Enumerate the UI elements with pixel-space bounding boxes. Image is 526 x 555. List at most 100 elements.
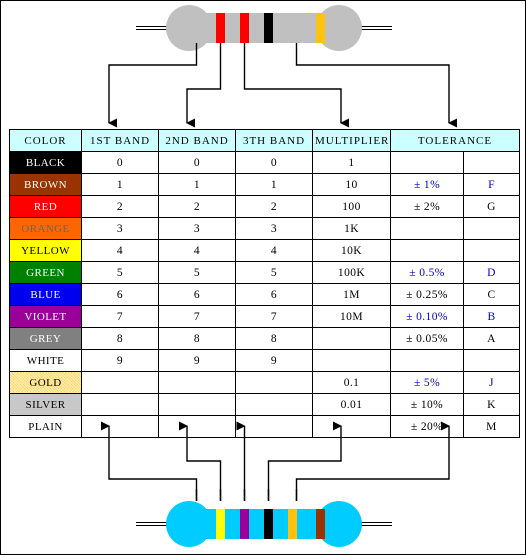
table-row: RED 2 2 2 100 ± 2% G	[9, 195, 520, 218]
color-swatch-green: GREEN	[9, 261, 82, 284]
table-row: BLACK 0 0 0 1	[9, 151, 520, 174]
top-resistor-lead-right	[358, 26, 392, 30]
band-1-digit	[81, 371, 159, 394]
color-swatch-brown: BROWN	[9, 173, 82, 196]
band-1-digit: 6	[81, 283, 159, 306]
table-row: SILVER 0.01 ± 10% K	[9, 393, 520, 416]
table-row: YELLOW 4 4 4 10K	[9, 239, 520, 262]
header-color: COLOR	[9, 129, 82, 152]
band-3-digit: 7	[235, 305, 313, 328]
tolerance-letter	[463, 239, 520, 262]
tolerance-letter: K	[463, 393, 520, 416]
header-band1: 1ST BAND	[81, 129, 159, 152]
multiplier-value: 1M	[312, 283, 391, 306]
bottom-resistor-lead-right	[358, 522, 392, 526]
tolerance-letter	[463, 217, 520, 240]
band-3-digit: 5	[235, 261, 313, 284]
band-2-digit	[158, 371, 236, 394]
tolerance-letter	[463, 349, 520, 372]
5-band-resistor-band-5-brown	[316, 509, 325, 539]
tolerance-value	[390, 217, 464, 240]
tolerance-value: ± 0.05%	[390, 327, 464, 350]
multiplier-value: 1	[312, 151, 391, 174]
band-3-digit	[235, 393, 313, 416]
tolerance-letter	[463, 151, 520, 174]
band-3-digit: 4	[235, 239, 313, 262]
color-code-table-wrapper: COLOR 1ST BAND 2ND BAND 3TH BAND MULTIPL…	[9, 129, 520, 438]
table-row: GREEN 5 5 5 100K ± 0.5% D	[9, 261, 520, 284]
table-row: ORANGE 3 3 3 1K	[9, 217, 520, 240]
4-band-resistor-band-3-black	[264, 13, 273, 43]
top-resistor-lead-left	[136, 26, 170, 30]
tolerance-value	[390, 349, 464, 372]
table-row: GREY 8 8 8 ± 0.05% A	[9, 327, 520, 350]
5-band-resistor-band-2-violet	[240, 509, 249, 539]
tolerance-letter: C	[463, 283, 520, 306]
band-1-digit: 3	[81, 217, 159, 240]
band-1-digit: 5	[81, 261, 159, 284]
top-resistor-cap-left	[166, 5, 212, 51]
tolerance-value	[390, 151, 464, 174]
band-2-digit	[158, 415, 236, 438]
tolerance-value: ± 2%	[390, 195, 464, 218]
table-row: PLAIN ± 20% M	[9, 415, 520, 438]
5-band-resistor-band-1-yellow	[216, 509, 225, 539]
band-3-digit: 8	[235, 327, 313, 350]
table-row: BLUE 6 6 6 1M ± 0.25% C	[9, 283, 520, 306]
band-1-digit: 1	[81, 173, 159, 196]
5-band-resistor-band-3-black	[264, 509, 273, 539]
tolerance-letter: F	[463, 173, 520, 196]
multiplier-value: 10	[312, 173, 391, 196]
4-band-resistor-band-2-red	[240, 13, 249, 43]
multiplier-value: 0.01	[312, 393, 391, 416]
tolerance-letter: B	[463, 305, 520, 328]
multiplier-value	[312, 327, 391, 350]
header-band3: 3TH BAND	[235, 129, 313, 152]
multiplier-value	[312, 349, 391, 372]
top-resistor-4-band	[136, 5, 392, 51]
band-3-digit: 1	[235, 173, 313, 196]
color-swatch-violet: VIOLET	[9, 305, 82, 328]
multiplier-value: 100K	[312, 261, 391, 284]
band-1-digit: 9	[81, 349, 159, 372]
tolerance-value: ± 10%	[390, 393, 464, 416]
band-2-digit: 9	[158, 349, 236, 372]
band-2-digit: 8	[158, 327, 236, 350]
multiplier-value	[312, 415, 391, 438]
band-3-digit	[235, 371, 313, 394]
resistor-color-code-chart: COLOR 1ST BAND 2ND BAND 3TH BAND MULTIPL…	[0, 0, 526, 555]
band-2-digit: 7	[158, 305, 236, 328]
color-swatch-grey: GREY	[9, 327, 82, 350]
band-2-digit: 1	[158, 173, 236, 196]
tolerance-value: ± 0.5%	[390, 261, 464, 284]
band-3-digit: 0	[235, 151, 313, 174]
multiplier-value: 0.1	[312, 371, 391, 394]
color-swatch-white: WHITE	[9, 349, 82, 372]
band-1-digit: 7	[81, 305, 159, 328]
color-swatch-silver: SILVER	[9, 393, 82, 416]
tolerance-letter: A	[463, 327, 520, 350]
color-swatch-orange: ORANGE	[9, 217, 82, 240]
color-swatch-gold: GOLD	[9, 371, 82, 394]
tolerance-value: ± 0.10%	[390, 305, 464, 328]
multiplier-value: 10K	[312, 239, 391, 262]
table-row: BROWN 1 1 1 10 ± 1% F	[9, 173, 520, 196]
band-1-digit: 4	[81, 239, 159, 262]
resistor-color-code-table: COLOR 1ST BAND 2ND BAND 3TH BAND MULTIPL…	[9, 129, 520, 438]
band-1-digit: 2	[81, 195, 159, 218]
table-row: WHITE 9 9 9	[9, 349, 520, 372]
header-multiplier: MULTIPLIER	[312, 129, 391, 152]
header-tolerance: TOLERANCE	[390, 129, 520, 152]
band-1-digit	[81, 393, 159, 416]
header-band2: 2ND BAND	[158, 129, 236, 152]
table-row: GOLD 0.1 ± 5% J	[9, 371, 520, 394]
color-swatch-yellow: YELLOW	[9, 239, 82, 262]
tolerance-value: ± 5%	[390, 371, 464, 394]
band-2-digit: 0	[158, 151, 236, 174]
color-swatch-plain: PLAIN	[9, 415, 82, 438]
4-band-resistor-band-1-red	[216, 13, 225, 43]
multiplier-value: 10M	[312, 305, 391, 328]
tolerance-value: ± 1%	[390, 173, 464, 196]
band-2-digit: 5	[158, 261, 236, 284]
tolerance-value: ± 0.25%	[390, 283, 464, 306]
